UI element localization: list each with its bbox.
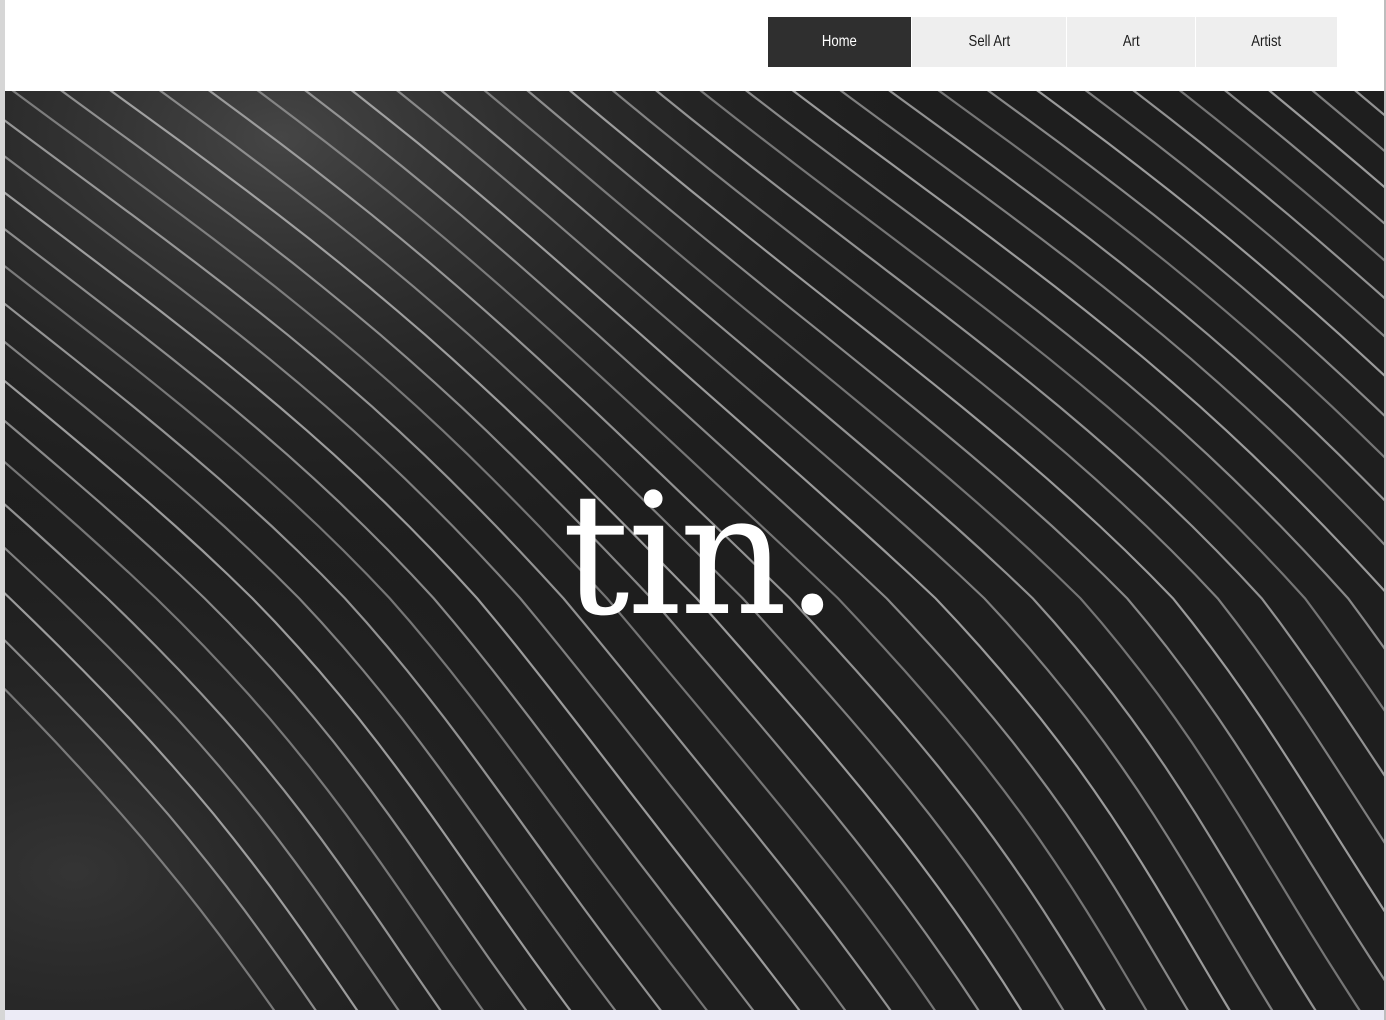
nav-item-sell-art-label: Sell Art [968,33,1010,50]
nav-item-sell-art[interactable]: Sell Art [912,17,1067,67]
nav-item-home[interactable]: Home [768,17,912,67]
site-header: Home Sell Art Art Artist [5,0,1384,91]
nav-item-home-label: Home [821,33,858,50]
nav-item-art[interactable]: Art [1067,17,1196,67]
page-bottom-strip [5,1010,1384,1020]
nav-item-artist-label: Artist [1251,33,1282,50]
hero-title: tin. [562,457,839,653]
hero-banner: tin. [5,91,1384,1010]
page: Home Sell Art Art Artist tin. [0,0,1386,1020]
nav-item-art-label: Art [1122,33,1140,50]
main-nav: Home Sell Art Art Artist [768,17,1337,67]
nav-item-artist[interactable]: Artist [1196,17,1337,67]
